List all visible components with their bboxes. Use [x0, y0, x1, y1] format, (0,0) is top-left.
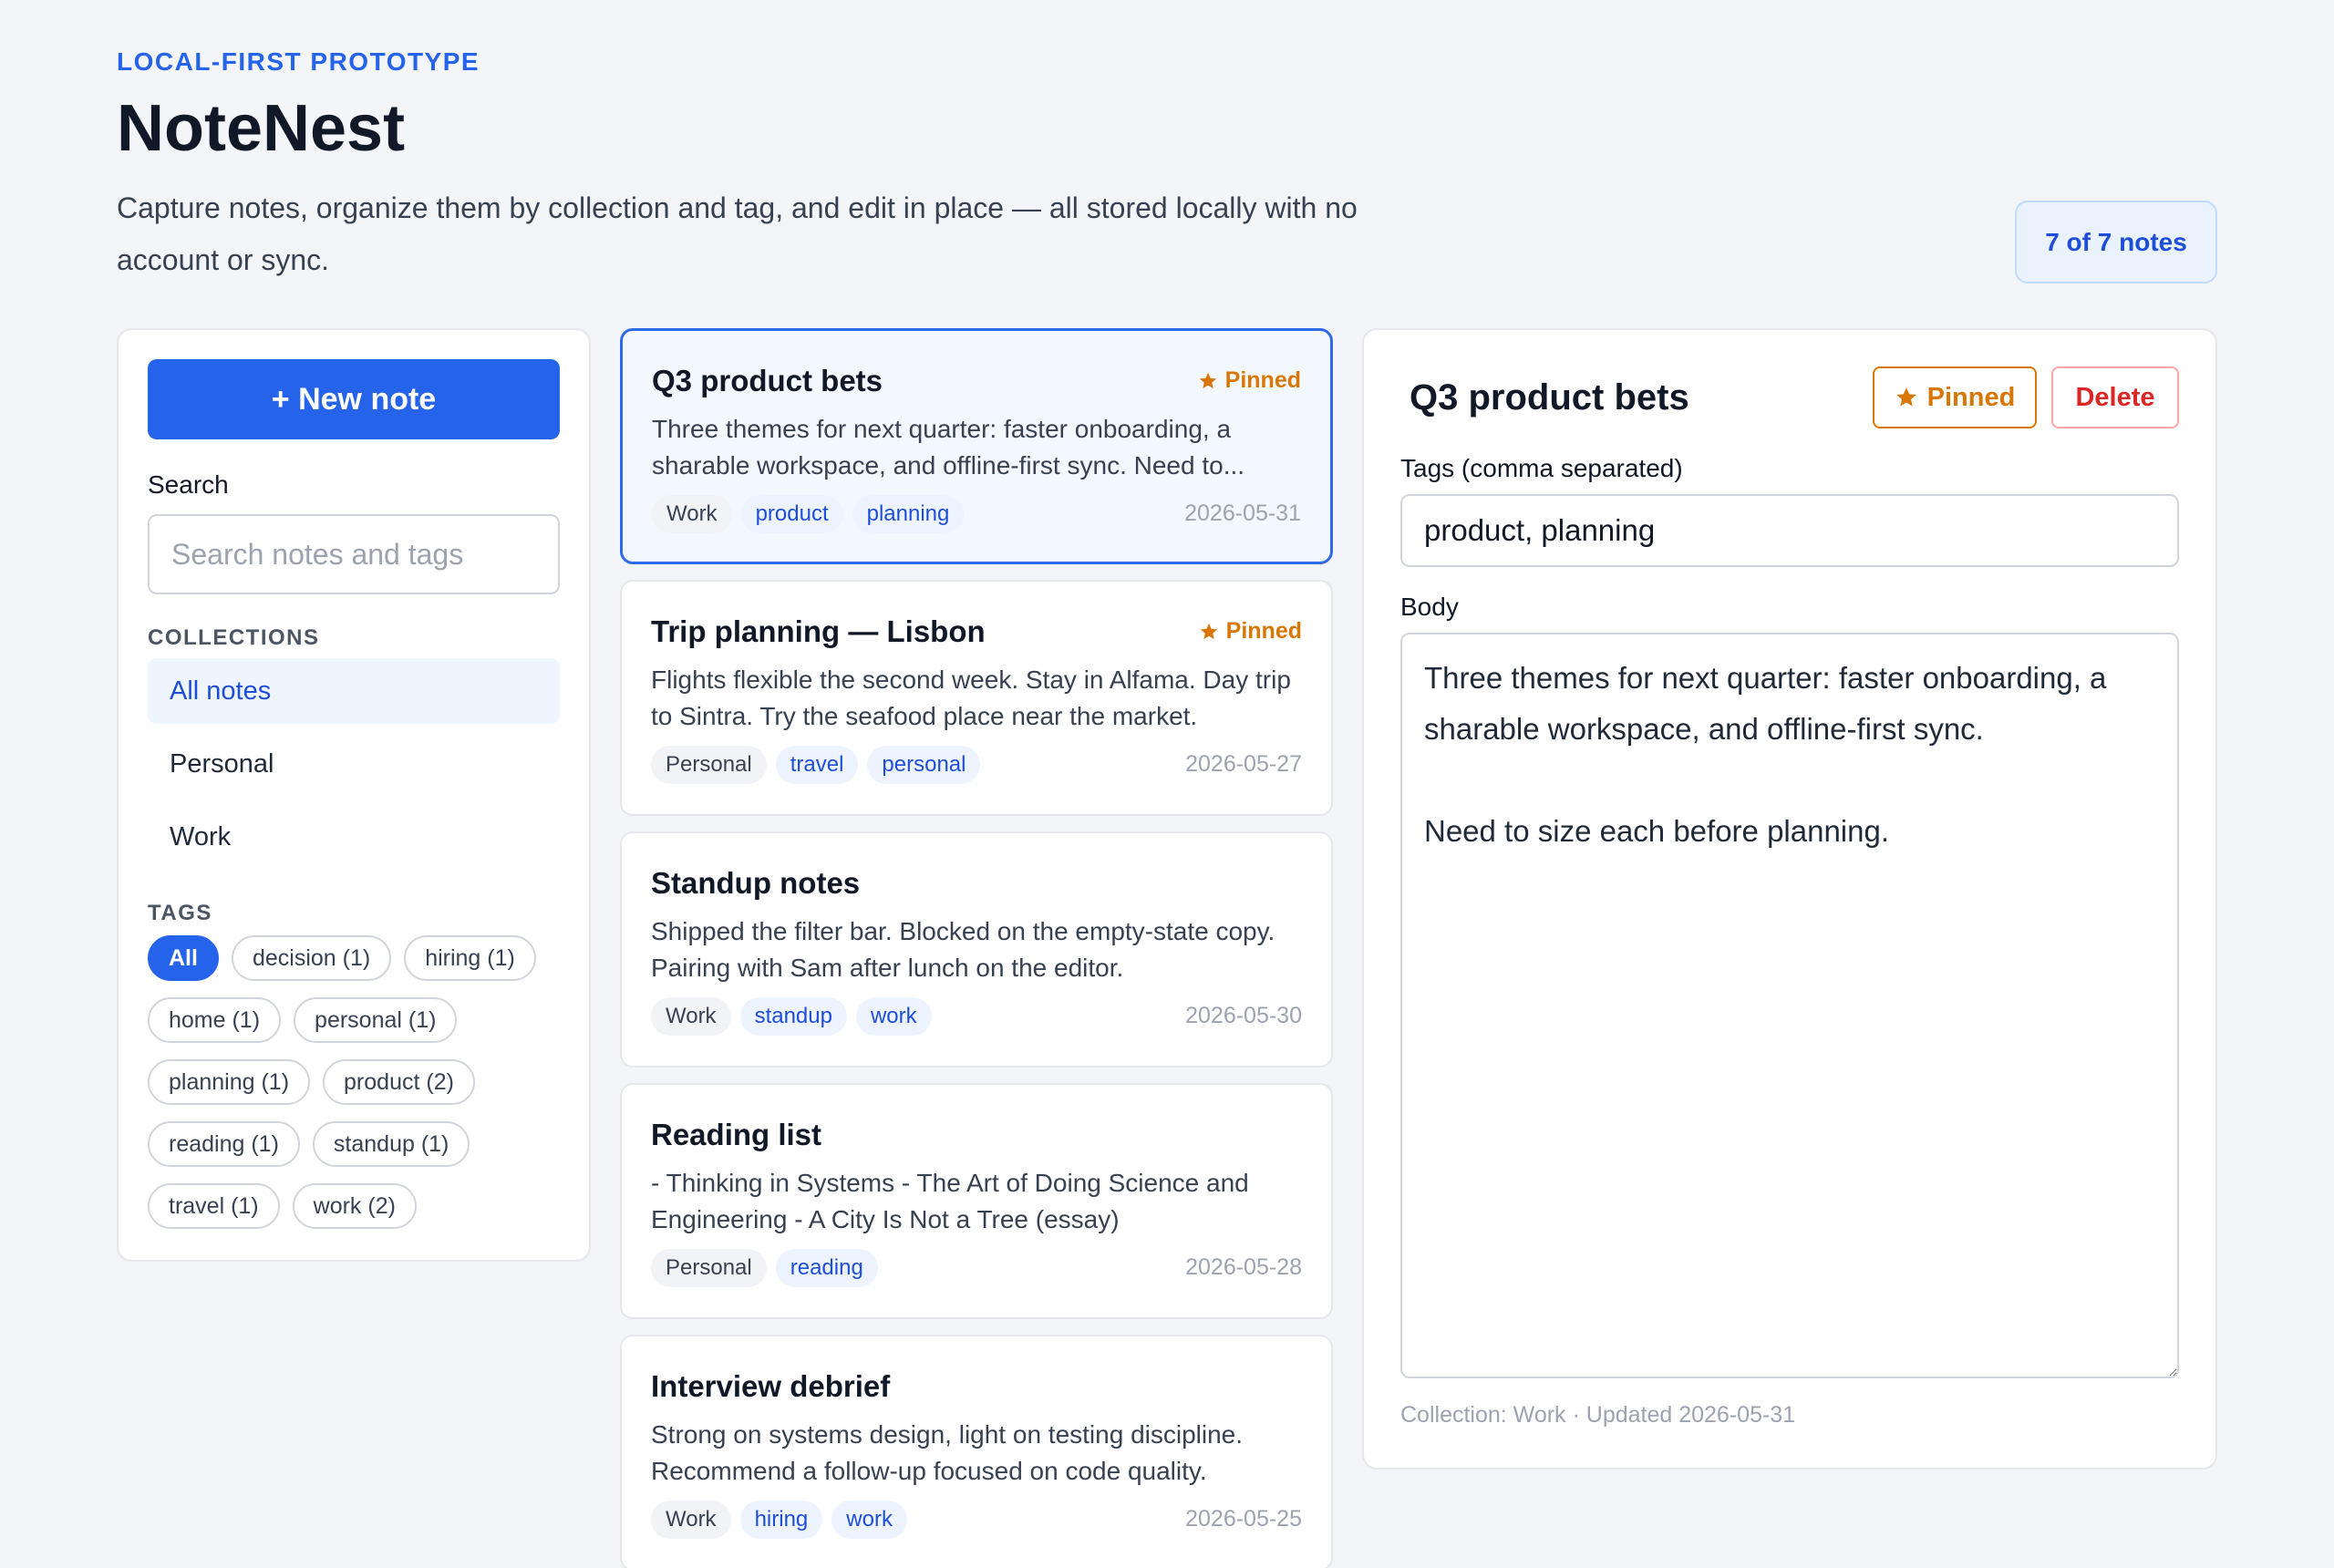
note-title: Reading list — [651, 1118, 822, 1151]
tag-filter-chip[interactable]: All — [148, 935, 219, 981]
eyebrow-label: LOCAL-FIRST PROTOTYPE — [117, 47, 480, 76]
sidebar: + New note Search COLLECTIONS All notes P… — [117, 328, 591, 1262]
editor-title: Q3 product bets — [1410, 377, 1689, 418]
star-icon — [1895, 387, 1916, 407]
tag-pill: work — [831, 1501, 907, 1539]
collection-pill: Work — [651, 997, 731, 1036]
tag-filter-list: All decision (1) hiring (1) home (1) persona… — [148, 935, 560, 1229]
pinned-label: Pinned — [1225, 618, 1302, 644]
note-card[interactable]: Reading list - Thinking in Systems - The … — [620, 1083, 1333, 1319]
note-editor: Q3 product bets Pinned Delete Tags (comm… — [1362, 328, 2217, 1470]
collection-item-work[interactable]: Work — [148, 804, 560, 870]
tag-pill: standup — [739, 997, 847, 1036]
tags-field-label: Tags (comma separated) — [1400, 454, 1683, 482]
editor-footer: Collection: Work · Updated 2026-05-31 — [1400, 1402, 1796, 1428]
tag-filter-chip[interactable]: work (2) — [292, 1183, 417, 1229]
tags-heading: TAGS — [148, 901, 212, 925]
search-label: Search — [148, 470, 229, 499]
note-date: 2026-05-28 — [1185, 1254, 1302, 1280]
tag-filter-chip[interactable]: reading (1) — [148, 1121, 300, 1167]
note-meta: Work product planning — [652, 495, 965, 533]
note-card[interactable]: Standup notes Shipped the filter bar. Blo… — [620, 831, 1333, 1068]
note-title: Q3 product bets — [652, 364, 883, 397]
collection-item-all-notes[interactable]: All notes — [148, 658, 560, 724]
tag-pill: personal — [867, 746, 981, 784]
tag-filter-chip[interactable]: product (2) — [323, 1059, 475, 1105]
search-input[interactable] — [148, 514, 560, 594]
note-date: 2026-05-25 — [1185, 1506, 1302, 1532]
collection-pill: Personal — [651, 1249, 767, 1287]
tag-pill: product — [740, 495, 843, 533]
star-icon — [1199, 372, 1216, 388]
tag-filter-chip[interactable]: decision (1) — [231, 935, 392, 981]
tag-filter-chip[interactable]: hiring (1) — [404, 935, 536, 981]
pinned-badge: Pinned — [1199, 618, 1302, 645]
tag-pill: work — [855, 997, 932, 1036]
note-snippet: - Thinking in Systems - The Art of Doing… — [651, 1169, 1249, 1233]
new-note-button[interactable]: + New note — [148, 359, 560, 439]
tag-pill: hiring — [739, 1501, 823, 1539]
app-root: LOCAL-FIRST PROTOTYPE NoteNest Capture n… — [0, 0, 2334, 1568]
note-title: Interview debrief — [651, 1369, 891, 1403]
star-icon — [1200, 623, 1217, 639]
body-field-label: Body — [1400, 593, 1459, 621]
pin-toggle-button[interactable]: Pinned — [1873, 366, 2037, 428]
collection-pill: Work — [651, 1501, 731, 1539]
note-card[interactable]: Interview debrief Strong on systems desig… — [620, 1335, 1333, 1568]
note-title: Trip planning — Lisbon — [651, 614, 986, 648]
note-card[interactable]: Trip planning — Lisbon Pinned Flights flex… — [620, 580, 1333, 816]
note-date: 2026-05-31 — [1184, 500, 1301, 526]
collection-item-personal[interactable]: Personal — [148, 731, 560, 797]
note-meta: Personal travel personal — [651, 746, 981, 784]
body-textarea[interactable]: Three themes for next quarter: faster on… — [1400, 633, 2179, 1378]
note-card[interactable]: Q3 product bets Pinned Three themes for ne… — [620, 328, 1333, 564]
tag-pill: reading — [775, 1249, 878, 1287]
tag-filter-chip[interactable]: home (1) — [148, 997, 282, 1043]
note-date: 2026-05-27 — [1185, 751, 1302, 777]
note-meta: Personal reading — [651, 1249, 878, 1287]
note-snippet: Strong on systems design, light on testi… — [651, 1420, 1244, 1485]
pinned-badge: Pinned — [1198, 367, 1301, 394]
delete-button[interactable]: Delete — [2051, 366, 2179, 428]
page-title: NoteNest — [117, 92, 406, 165]
page-subtitle: Capture notes, organize them by collecti… — [117, 191, 1358, 276]
note-snippet: Shipped the filter bar. Blocked on the e… — [651, 917, 1275, 982]
collection-pill: Personal — [651, 746, 767, 784]
note-snippet: Flights flexible the second week. Stay i… — [651, 665, 1291, 730]
note-date: 2026-05-30 — [1185, 1003, 1302, 1028]
pin-button-label: Pinned — [1926, 382, 2016, 412]
note-meta: Work hiring work — [651, 1501, 907, 1539]
tag-pill: planning — [852, 495, 965, 533]
note-snippet: Three themes for next quarter: faster on… — [652, 415, 1245, 480]
collections-heading: COLLECTIONS — [148, 625, 320, 650]
note-count-badge: 7 of 7 notes — [2015, 201, 2217, 284]
note-title: Standup notes — [651, 866, 861, 900]
tag-pill: travel — [775, 746, 859, 784]
tags-input[interactable] — [1400, 494, 2179, 567]
note-meta: Work standup work — [651, 997, 932, 1036]
pinned-label: Pinned — [1224, 367, 1301, 393]
tag-filter-chip[interactable]: travel (1) — [148, 1183, 280, 1229]
tag-filter-chip[interactable]: personal (1) — [294, 997, 458, 1043]
tag-filter-chip[interactable]: planning (1) — [148, 1059, 311, 1105]
tag-filter-chip[interactable]: standup (1) — [312, 1121, 470, 1167]
collection-pill: Work — [652, 495, 732, 533]
